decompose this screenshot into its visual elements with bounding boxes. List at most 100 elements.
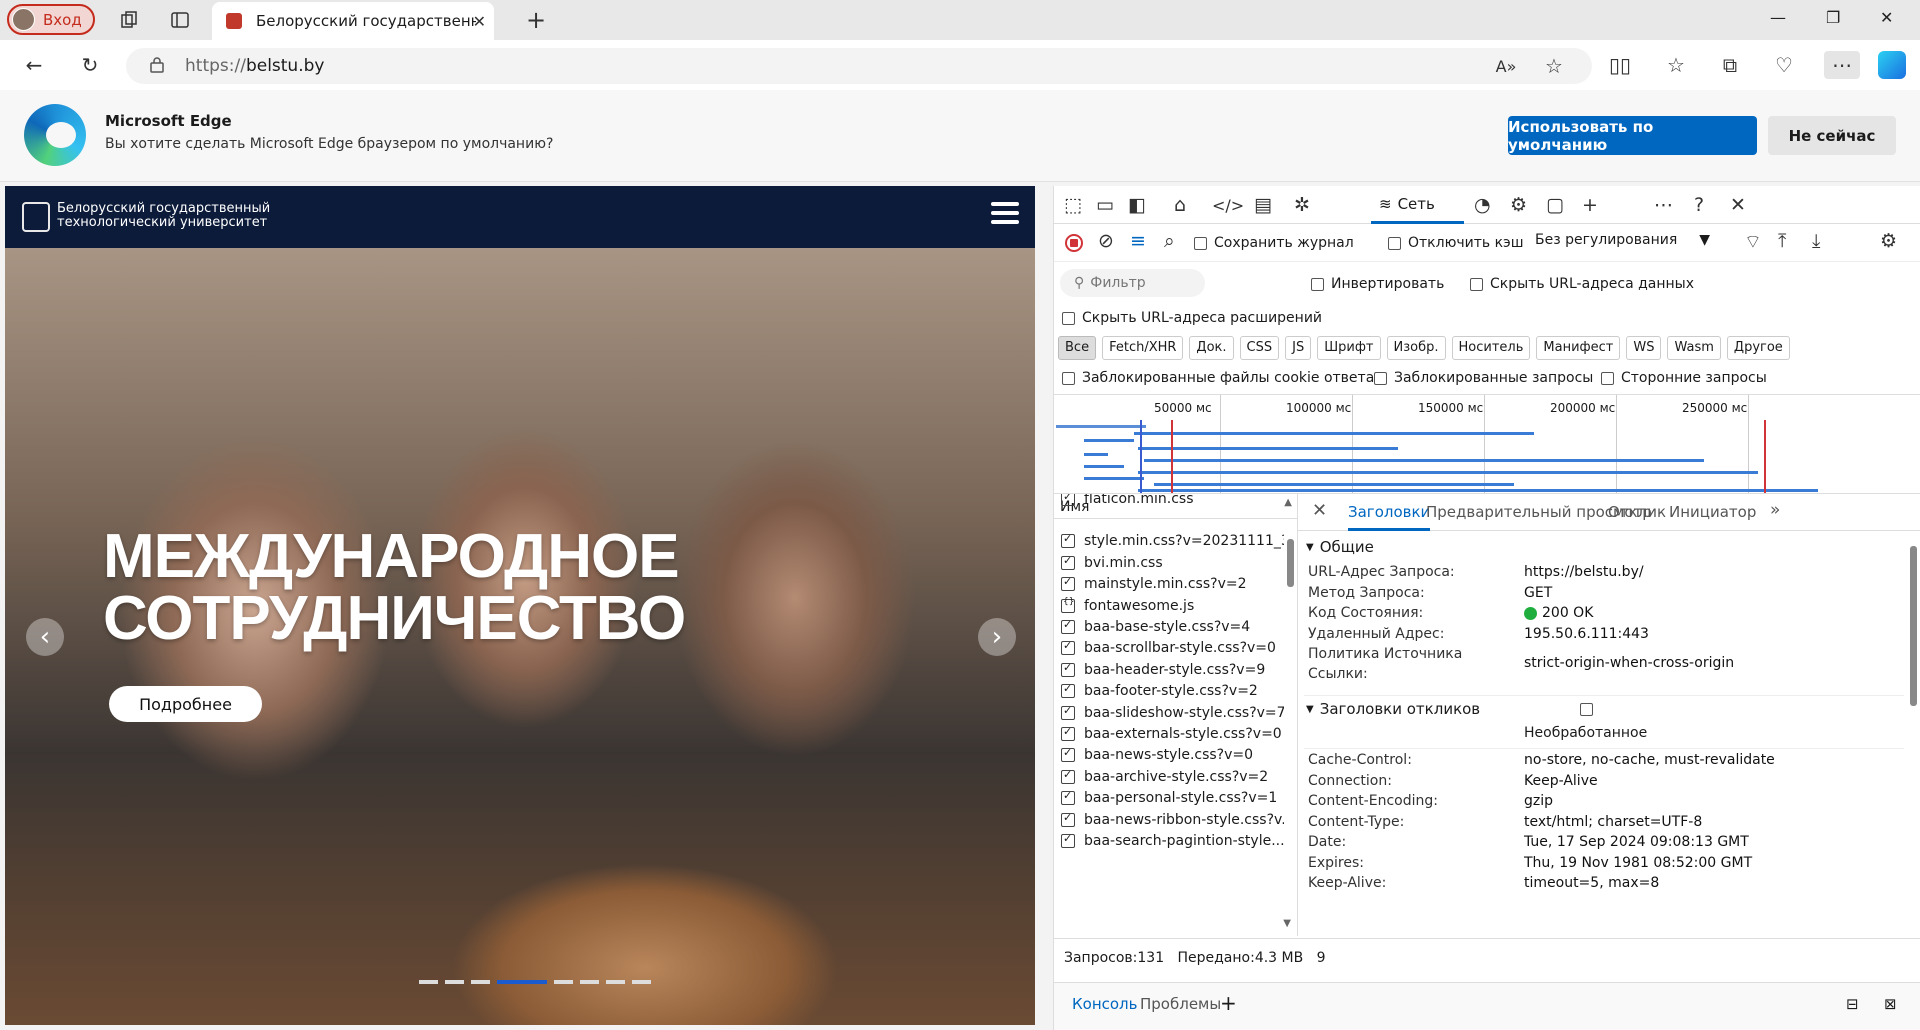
response-headers-section-header[interactable]: ▼ Заголовки откликов [1306,700,1594,718]
slide-dot[interactable] [497,980,547,984]
more-details-button[interactable]: Подробнее [109,686,262,722]
record-icon[interactable] [1065,234,1083,252]
favorites-icon[interactable]: ☆ [1662,51,1690,79]
add-drawer-tab-icon[interactable]: + [1220,991,1237,1015]
scroll-down-icon[interactable]: ▼ [1283,918,1291,929]
memory-icon[interactable]: ⚙ [1510,194,1527,216]
import-har-icon[interactable]: ⤒ [1778,230,1786,252]
request-row[interactable]: baa-search-pagintion-style.... [1054,828,1284,854]
disable-cache-checkbox[interactable]: Отключить кэш [1388,235,1524,251]
inspect-icon[interactable]: ⬚ [1064,194,1082,216]
request-row[interactable]: flaticon.min.css [1054,494,1284,512]
type-filter-button[interactable]: Манифест [1536,336,1621,360]
preserve-log-checkbox[interactable]: Сохранить журнал [1194,235,1354,251]
site-name[interactable]: Белорусский государственный технологичес… [57,202,357,230]
device-emulation-icon[interactable]: ▭ [1096,194,1114,216]
new-tab-icon[interactable]: + [526,6,546,34]
blocked-cookies-checkbox[interactable]: Заблокированные файлы cookie ответа [1062,370,1374,386]
dock-drawer-icon[interactable]: ⊟ [1846,995,1859,1013]
type-filter-button[interactable]: Другое [1726,336,1790,360]
collections-icon[interactable]: ⧉ [1716,51,1744,79]
type-filter-button[interactable]: Изобр. [1386,336,1446,360]
invert-checkbox[interactable]: Инвертировать [1311,276,1444,292]
tab-initiator[interactable]: Инициатор [1669,503,1756,521]
profile-button[interactable]: Вход [7,4,95,35]
close-icon[interactable]: ✕ [473,12,486,31]
address-bar[interactable]: https://belstu.by A» ☆ [126,48,1592,84]
dock-icon[interactable]: ◧ [1128,194,1146,216]
tab-headers[interactable]: Заголовки [1348,503,1431,531]
type-filter-button[interactable]: WS [1626,336,1662,360]
type-filter-button[interactable]: Wasm [1667,336,1721,360]
type-filter-button[interactable]: Все [1058,336,1097,360]
slide-dot[interactable] [445,980,464,984]
refresh-icon[interactable]: ↻ [76,51,104,79]
more-menu-icon[interactable]: ⋯ [1824,51,1860,79]
tab-response[interactable]: Отклик [1608,503,1666,521]
detail-scrollbar[interactable] [1910,546,1917,706]
export-har-icon[interactable]: ⤓ [1812,230,1820,252]
slide-dot[interactable] [632,980,651,984]
blocked-requests-checkbox[interactable]: Заблокированные запросы [1374,370,1593,386]
close-drawer-icon[interactable]: ⊠ [1884,995,1897,1013]
close-devtools-icon[interactable]: ✕ [1730,194,1746,216]
network-conditions-icon[interactable]: ⌔ [1744,230,1762,254]
slide-dot[interactable] [580,980,599,984]
filter-toggle-icon[interactable]: ≡ [1130,230,1146,252]
throttling-select[interactable]: Без регулирования ▼ [1535,232,1710,248]
slide-next-icon[interactable]: › [978,618,1016,656]
menu-icon[interactable] [991,202,1019,226]
set-default-button[interactable]: Использовать по умолчанию [1508,116,1757,155]
hide-extension-urls-checkbox[interactable]: Скрыть URL-адреса расширений [1062,310,1322,326]
customize-menu-icon[interactable]: ⋯ [1654,194,1673,216]
more-tools-icon[interactable]: + [1582,194,1598,216]
general-section-header[interactable]: ▼ Общие [1306,538,1374,556]
minimize-icon[interactable]: — [1770,8,1786,27]
slide-dot[interactable] [471,980,490,984]
slide-dot[interactable] [419,980,438,984]
tab-console[interactable]: Консоль [1072,995,1138,1013]
more-tabs-icon[interactable]: » [1770,500,1780,520]
help-icon[interactable]: ? [1694,194,1704,216]
third-party-checkbox[interactable]: Сторонние запросы [1601,370,1767,386]
tab-belstu[interactable]: Белорусский государственный т ✕ [212,2,494,40]
slide-prev-icon[interactable]: ‹ [26,618,64,656]
close-details-icon[interactable]: ✕ [1312,500,1327,521]
performance-icon[interactable]: ◔ [1474,194,1491,216]
hide-data-urls-checkbox[interactable]: Скрыть URL-адреса данных [1470,276,1694,292]
tab-actions-icon[interactable] [167,8,193,32]
sources-bug-icon[interactable]: ✲ [1294,194,1310,216]
university-logo[interactable] [22,202,50,232]
search-icon[interactable]: ⌕ [1164,230,1175,252]
filter-input[interactable]: ⚲ Фильтр [1060,269,1205,297]
browser-essentials-icon[interactable]: ♡ [1770,51,1798,79]
raw-checkbox[interactable] [1580,702,1594,716]
type-filter-button[interactable]: Fetch/XHR [1102,336,1184,360]
type-filter-button[interactable]: Док. [1189,336,1234,360]
type-filter-button[interactable]: CSS [1239,336,1280,360]
type-filter-button[interactable]: JS [1285,336,1312,360]
url-text[interactable]: https://belstu.by [185,56,324,76]
slide-dot[interactable] [554,980,573,984]
application-icon[interactable]: ▢ [1546,194,1564,216]
close-window-icon[interactable]: ✕ [1880,8,1893,27]
slide-dot[interactable] [606,980,625,984]
clear-icon[interactable]: ⊘ [1098,230,1114,252]
copilot-icon[interactable] [1878,51,1906,79]
split-screen-icon[interactable]: ▯▯ [1606,51,1634,79]
request-list-scrollbar[interactable] [1287,539,1294,587]
settings-gear-icon[interactable]: ⚙ [1880,230,1897,252]
favorite-star-icon[interactable]: ☆ [1540,52,1568,80]
maximize-icon[interactable]: ❐ [1826,8,1840,27]
read-aloud-icon[interactable]: A» [1492,52,1520,80]
elements-icon[interactable]: </> [1212,196,1244,215]
tab-network[interactable]: ≋ Сеть [1371,186,1464,224]
welcome-home-icon[interactable]: ⌂ [1174,194,1186,216]
console-icon[interactable]: ▤ [1254,194,1272,216]
type-filter-button[interactable]: Шрифт [1317,336,1381,360]
network-overview-timeline[interactable]: 50000 мс 100000 мс 150000 мс 200000 мс 25000… [1054,394,1920,494]
back-icon[interactable]: ← [20,51,48,79]
workspaces-icon[interactable] [116,8,142,32]
type-filter-button[interactable]: Носитель [1451,336,1531,360]
lock-icon[interactable] [150,57,164,77]
